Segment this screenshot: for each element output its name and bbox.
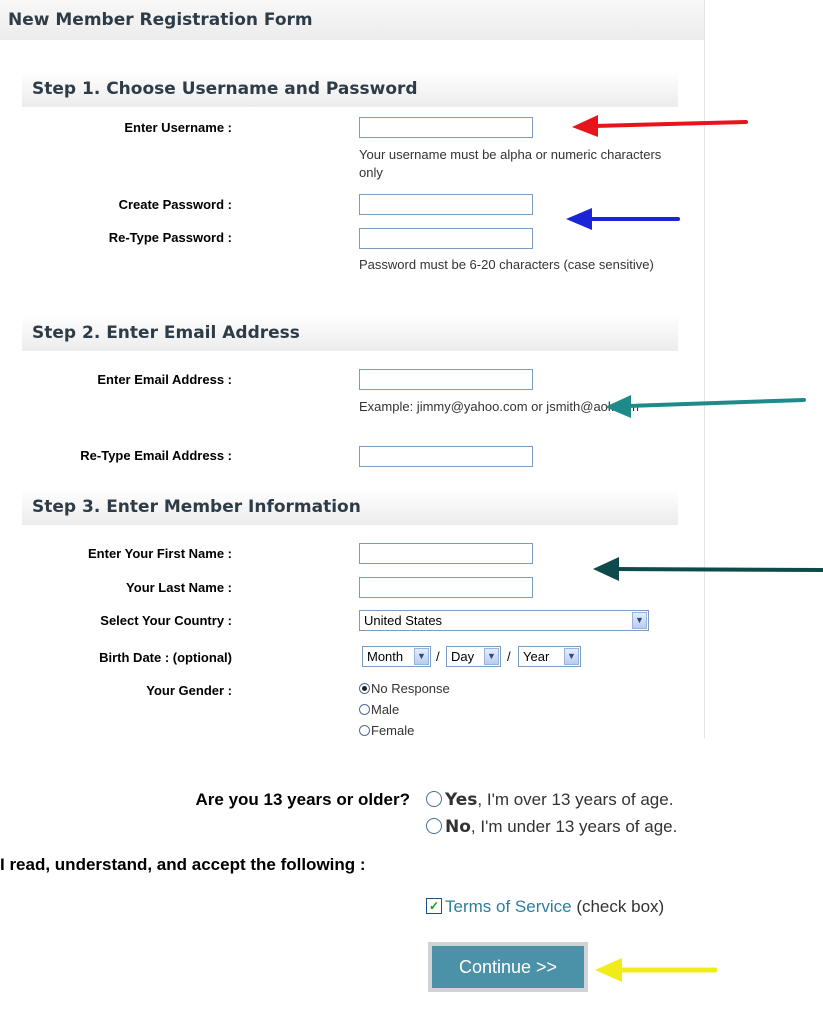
arrow-password-icon [566,208,680,230]
arrow-continue-icon [595,958,718,982]
arrow-email-icon [605,395,806,418]
arrow-member-info-icon [593,557,823,581]
arrow-username-icon [572,115,748,137]
annotation-arrows [566,115,823,982]
